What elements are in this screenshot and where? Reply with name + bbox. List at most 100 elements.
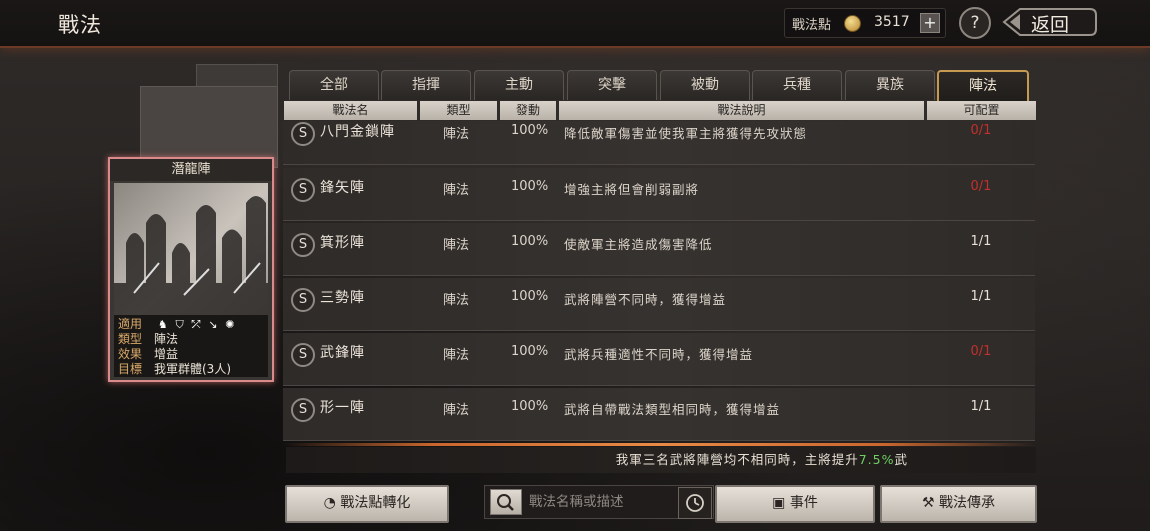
event-button[interactable]: ▣ 事件 (715, 485, 875, 523)
tactic-type: 陣法 (443, 348, 470, 363)
tactic-rate: 100% (511, 179, 549, 194)
tactic-config: 0/1 (970, 344, 992, 359)
tactic-name: 八門金鎖陣 (320, 124, 395, 140)
formation-card[interactable]: 潛龍陣 適用 ♞ ⛉ ⤱ ↘ ✺ 類型 陣法 效果 增益 目標 我軍群體(3人) (108, 157, 274, 382)
coin-icon (844, 15, 861, 32)
tactic-points-value: 3517 (874, 14, 910, 30)
tactic-desc: 武將兵種適性不同時，獲得增益 (564, 347, 754, 362)
tactic-config: 1/1 (970, 289, 992, 304)
card-type-row: 類型 陣法 (118, 332, 178, 347)
tab-active[interactable]: 主動 (474, 70, 564, 100)
shield-icon: ⛉ (175, 318, 184, 331)
search-icon[interactable] (490, 489, 522, 515)
page-title: 戰法 (58, 13, 102, 37)
search-input[interactable] (527, 490, 677, 514)
card-title: 潛龍陣 (110, 159, 272, 181)
card-field-value: 陣法 (154, 332, 179, 346)
tactic-points-label: 戰法點 (792, 18, 832, 33)
back-button[interactable]: 返回 (1002, 6, 1098, 38)
table-row[interactable]: S 鋒矢陣 陣法 100% 增強主將但會削弱副將 0/1 (283, 168, 1035, 221)
tactic-points-panel: 戰法點 3517 + (784, 8, 946, 38)
tactic-desc: 增強主將但會削弱副將 (564, 182, 700, 197)
add-points-button[interactable]: + (920, 13, 940, 33)
table-row[interactable]: S 形一陣 陣法 100% 武將自帶戰法類型相同時，獲得增益 1/1 (283, 388, 1035, 441)
effect-suffix: 武 (894, 452, 908, 467)
tactic-name: 武鋒陣 (320, 345, 365, 361)
convert-label: 戰法點轉化 (340, 495, 411, 511)
table-row[interactable]: S 箕形陣 陣法 100% 使敵軍主將造成傷害降低 1/1 (283, 223, 1035, 276)
back-label: 返回 (1031, 14, 1070, 36)
card-field-label: 適用 (118, 317, 143, 331)
tactic-config: 1/1 (970, 234, 992, 249)
tab-foreign[interactable]: 異族 (845, 70, 935, 100)
magnifier-icon (497, 494, 514, 511)
event-label: 事件 (789, 495, 818, 511)
inherit-label: 戰法傳承 (939, 495, 995, 511)
grade-badge: S (291, 233, 315, 257)
tactic-desc: 武將陣營不同時，獲得增益 (564, 292, 727, 307)
tab-all[interactable]: 全部 (289, 70, 379, 100)
card-field-value: 我軍群體(3人) (154, 362, 231, 376)
tab-command[interactable]: 指揮 (381, 70, 471, 100)
card-field-label: 類型 (118, 332, 143, 346)
bow-icon: ⤱ (191, 318, 201, 331)
tab-formation[interactable]: 陣法 (937, 70, 1029, 101)
tactic-desc: 降低敵軍傷害並使我軍主將獲得先攻狀態 (564, 126, 808, 141)
tactic-name: 鋒矢陣 (320, 180, 365, 196)
tactic-rate: 100% (511, 399, 549, 414)
tactic-rate: 100% (511, 344, 549, 359)
tactic-config: 1/1 (970, 399, 992, 414)
history-button[interactable] (678, 487, 712, 519)
column-header-rate[interactable]: 發動 (500, 101, 556, 120)
formation-effect-bar: 我軍三名武將陣營均不相同時，主將提升7.5%武 (286, 447, 1036, 473)
card-effect-row: 效果 增益 (118, 347, 178, 362)
inherit-tactic-button[interactable]: ⚒ 戰法傳承 (880, 485, 1037, 523)
tactic-desc: 武將自帶戰法類型相同時，獲得增益 (564, 402, 781, 417)
tactic-name: 形一陣 (320, 400, 365, 416)
search-box[interactable] (484, 485, 714, 519)
tactic-type: 陣法 (443, 238, 470, 253)
wheel-icon: ✺ (225, 318, 235, 331)
tab-passive[interactable]: 被動 (660, 70, 750, 100)
card-info: 適用 ♞ ⛉ ⤱ ↘ ✺ 類型 陣法 效果 增益 目標 我軍群體(3人) (114, 315, 268, 377)
grade-badge: S (291, 343, 315, 367)
tactic-name: 箕形陣 (320, 235, 365, 251)
formation-effect-text: 我軍三名武將陣營均不相同時，主將提升7.5%武 (616, 447, 908, 473)
table-row[interactable]: S 三勢陣 陣法 100% 武將陣營不同時，獲得增益 1/1 (283, 278, 1035, 331)
tactic-type: 陣法 (443, 293, 470, 308)
column-header-config[interactable]: 可配置 (927, 101, 1036, 120)
tactic-type: 陣法 (443, 183, 470, 198)
tactic-rate: 100% (511, 234, 549, 249)
card-suit-row: 適用 ♞ ⛉ ⤱ ↘ ✺ (118, 317, 239, 332)
tactic-type: 陣法 (443, 403, 470, 418)
card-field-label: 效果 (118, 347, 143, 361)
grade-badge: S (291, 288, 315, 312)
table-row[interactable]: S 八門金鎖陣 陣法 100% 降低敵軍傷害並使我軍主將獲得先攻狀態 0/1 (283, 121, 1035, 165)
spear-icon: ↘ (208, 318, 218, 331)
list-divider-glow (283, 443, 1035, 446)
card-field-value: 增益 (154, 347, 179, 361)
tactic-rate: 100% (511, 289, 549, 304)
convert-icon: ◔ (323, 495, 336, 511)
help-button[interactable]: ? (959, 7, 991, 39)
top-bar: 戰法 戰法點 3517 + ? 返回 (0, 0, 1150, 48)
clock-icon (686, 494, 704, 512)
grade-badge: S (291, 122, 315, 146)
column-header-desc: 戰法說明 (559, 101, 924, 120)
effect-prefix: 我軍三名武將陣營均不相同時，主將提升 (615, 452, 859, 467)
tab-assault[interactable]: 突擊 (567, 70, 657, 100)
tactic-list[interactable]: S 八門金鎖陣 陣法 100% 降低敵軍傷害並使我軍主將獲得先攻狀態 0/1 S… (283, 121, 1035, 443)
convert-points-button[interactable]: ◔ 戰法點轉化 (285, 485, 449, 523)
tactic-type: 陣法 (443, 127, 470, 142)
table-row[interactable]: S 武鋒陣 陣法 100% 武將兵種適性不同時，獲得增益 0/1 (283, 333, 1035, 386)
hammer-icon: ⚒ (921, 495, 935, 511)
column-header-name[interactable]: 戰法名 (284, 101, 417, 120)
tactic-config: 0/1 (970, 123, 992, 138)
tab-troop[interactable]: 兵種 (752, 70, 842, 100)
tactic-rate: 100% (511, 123, 549, 138)
column-header-type[interactable]: 類型 (420, 101, 497, 120)
tactic-name: 三勢陣 (320, 290, 365, 306)
event-icon: ▣ (772, 495, 786, 511)
effect-value: 7.5% (858, 452, 895, 467)
card-target-row: 目標 我軍群體(3人) (118, 362, 231, 377)
